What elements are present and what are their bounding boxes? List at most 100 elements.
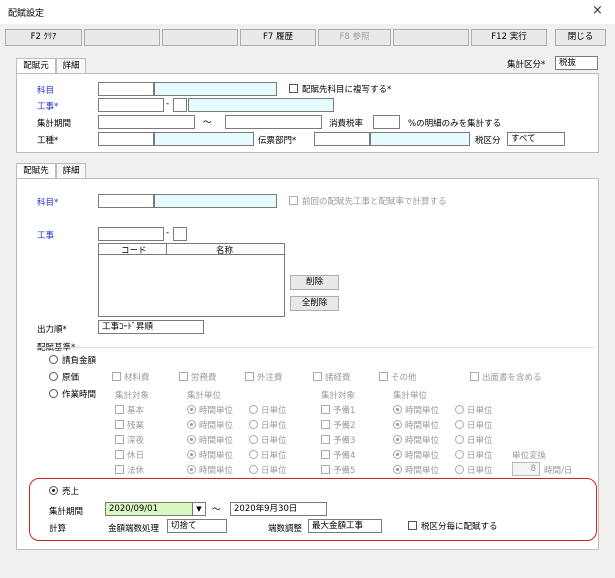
left-hour-radio-2[interactable] [187,420,196,429]
sales-period-to-input[interactable]: 2020年9月30日 [230,502,327,516]
total-division-label: 集計区分* [507,60,546,70]
left-day-radio-3[interactable] [249,435,258,444]
output-order-label: 出力順* [37,325,67,335]
left-hour-label-5: 時間単位 [199,466,234,476]
dst-subject-code-input[interactable] [98,194,154,208]
right-day-radio-5[interactable] [455,465,464,474]
right-hour-radio-4[interactable] [393,450,402,459]
per-tax-division-checkbox[interactable] [408,521,417,530]
right-hour-radio-5[interactable] [393,465,402,474]
tab-source[interactable]: 配賦元 [16,58,56,74]
left-target-label-4: 休日 [127,451,145,461]
src-work-code-input[interactable] [98,98,164,112]
dst-work-code-input[interactable] [98,227,164,241]
delete-button[interactable]: 削除 [290,275,339,290]
cost-misc-checkbox[interactable] [313,372,322,381]
cost-material-label: 材料費 [124,373,150,383]
fraction-adjust-input[interactable]: 最大金額工事 [308,519,382,533]
right-day-radio-4[interactable] [455,450,464,459]
left-day-radio-4[interactable] [249,450,258,459]
src-period-from-input[interactable] [98,115,195,129]
dst-subject-name-input [154,194,277,208]
left-target-checkbox-2[interactable] [115,420,124,429]
right-target-checkbox-4[interactable] [321,450,330,459]
left-hour-radio-4[interactable] [187,450,196,459]
fkey-blank-3 [84,29,160,46]
tax-division-label: 税区分 [475,136,501,146]
right-target-checkbox-3[interactable] [321,435,330,444]
basis-contract-label: 請負金額 [62,356,97,366]
basis-hours-radio[interactable] [49,389,58,398]
right-hour-radio-1[interactable] [393,405,402,414]
left-hour-label-1: 時間単位 [199,406,234,416]
right-day-radio-3[interactable] [455,435,464,444]
left-day-radio-5[interactable] [249,465,258,474]
basis-contract-radio[interactable] [49,355,58,364]
tax-rate-input[interactable] [373,115,400,129]
basis-hours-label: 作業時間 [62,390,97,400]
tab-source-detail[interactable]: 詳細 [56,58,86,73]
right-target-label-3: 予備3 [333,436,356,446]
unit-conversion-label: 単位変換 [512,451,547,461]
right-day-label-3: 日単位 [467,436,493,446]
cost-labor-checkbox[interactable] [179,372,188,381]
right-target-checkbox-5[interactable] [321,465,330,474]
cost-other-checkbox[interactable] [379,372,388,381]
include-invoice-checkbox[interactable] [470,372,479,381]
sales-period-tilde: ～ [212,505,221,515]
copy-to-dest-checkbox[interactable] [289,84,298,93]
src-subject-code-input[interactable] [98,82,154,96]
right-day-radio-1[interactable] [455,405,464,414]
src-work-branch-input[interactable] [173,98,187,112]
f12-execute-button[interactable]: F12 実行 [471,29,547,46]
chevron-down-icon[interactable]: ▼ [193,502,206,516]
sales-radio[interactable] [49,486,58,495]
grid-col-divider [166,244,167,255]
src-period-tilde: ～ [203,118,212,128]
f2-clear-button[interactable]: F2 ｸﾘｱ [5,29,82,46]
dst-work-branch-input[interactable] [173,227,187,241]
output-order-input[interactable]: 工事ｺｰﾄﾞ昇順 [98,320,204,334]
left-target-label-5: 法休 [127,466,145,476]
left-target-checkbox-1[interactable] [115,405,124,414]
voucher-dept-code-input[interactable] [314,132,370,146]
left-hour-radio-1[interactable] [187,405,196,414]
left-hour-radio-3[interactable] [187,435,196,444]
right-target-checkbox-1[interactable] [321,405,330,414]
tab-destination-detail[interactable]: 詳細 [56,163,86,178]
cost-outsource-checkbox[interactable] [245,372,254,381]
close-button[interactable]: 閉じる [555,29,606,46]
right-hour-radio-3[interactable] [393,435,402,444]
src-subject-label: 科目 [37,86,55,96]
grid-col-code: コード [121,246,147,256]
basis-cost-radio[interactable] [49,372,58,381]
delete-all-button[interactable]: 全削除 [290,296,339,311]
unit-conversion-input[interactable]: 8 [512,462,540,476]
close-icon[interactable]: × [592,3,603,18]
tab-destination[interactable]: 配賦先 [16,163,56,179]
right-hour-label-1: 時間単位 [405,406,440,416]
include-invoice-label: 出面書を含める [482,373,542,383]
tax-division-input[interactable]: すべて [507,132,565,146]
f7-history-button[interactable]: F7 履歴 [240,29,316,46]
left-day-radio-2[interactable] [249,420,258,429]
prev-rate-label: 前回の配賦先工事と配賦率で計算する [302,197,447,207]
right-day-radio-2[interactable] [455,420,464,429]
src-process-code-input[interactable] [98,132,154,146]
left-hour-label-2: 時間単位 [199,421,234,431]
grid-header: コード 名称 [99,244,284,256]
sales-period-from-input[interactable]: 2020/09/01 [105,502,193,516]
src-period-to-input[interactable] [225,115,322,129]
left-target-checkbox-3[interactable] [115,435,124,444]
total-division-input[interactable]: 税抜 [555,56,598,70]
left-target-checkbox-5[interactable] [115,465,124,474]
prev-rate-checkbox[interactable] [289,196,298,205]
left-target-checkbox-4[interactable] [115,450,124,459]
rounding-input[interactable]: 切捨て [167,519,227,533]
right-target-checkbox-2[interactable] [321,420,330,429]
left-day-radio-1[interactable] [249,405,258,414]
grid-col-name: 名称 [216,246,234,256]
cost-material-checkbox[interactable] [112,372,121,381]
right-hour-radio-2[interactable] [393,420,402,429]
left-hour-radio-5[interactable] [187,465,196,474]
